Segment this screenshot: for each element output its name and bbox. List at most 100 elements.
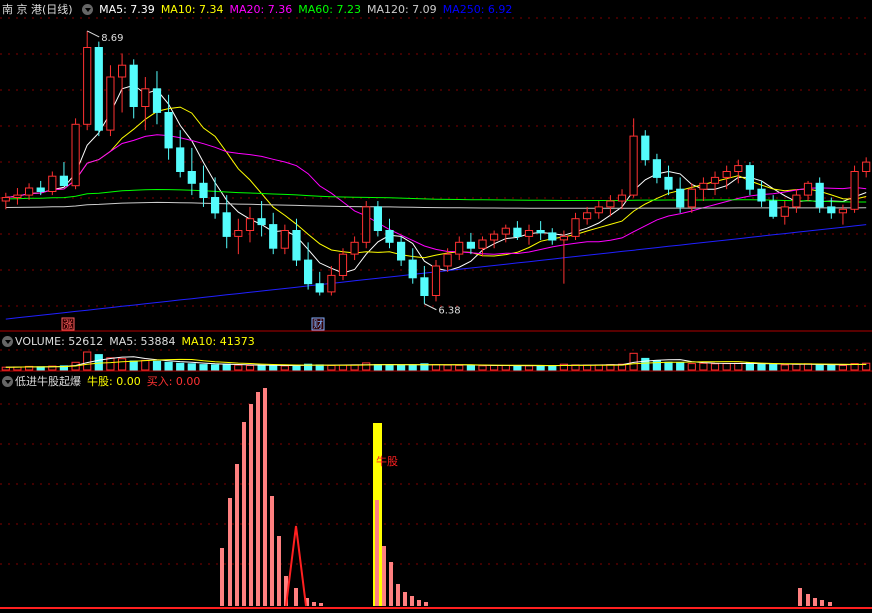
ma-label: MA250: 6.92 <box>442 3 513 16</box>
indicator-bar <box>417 600 421 606</box>
volume-bar <box>234 364 243 371</box>
volume-bar <box>129 360 138 371</box>
candle <box>594 201 603 219</box>
candle-body <box>838 208 847 214</box>
candle <box>315 271 324 296</box>
indicator-bar <box>228 498 232 606</box>
candle <box>164 94 173 160</box>
candle-body <box>466 241 475 249</box>
indicator-bar <box>396 584 400 606</box>
volume-bar <box>385 364 394 371</box>
volume-title: VOLUME: 52612 <box>15 335 104 348</box>
volume-bar <box>490 365 499 371</box>
indicator-panel-menu-icon[interactable] <box>2 376 13 387</box>
candle-body <box>211 197 220 214</box>
volume-bar <box>780 364 789 371</box>
indicator-bar <box>820 600 824 606</box>
ma-label: MA5: 7.39 <box>99 3 155 16</box>
candle <box>524 224 534 245</box>
candle-body <box>397 241 406 261</box>
volume-bar <box>199 364 208 371</box>
main-panel-menu-icon[interactable] <box>82 4 94 15</box>
volume-bar <box>676 362 685 371</box>
candle-body <box>25 187 34 196</box>
volume-bar <box>222 363 231 371</box>
candle-body <box>583 212 592 220</box>
candle-body <box>36 187 45 192</box>
candle-body <box>862 161 871 173</box>
candle-body <box>478 239 487 249</box>
ma-label: MA60: 7.23 <box>298 3 361 16</box>
indicator-bar <box>220 548 224 606</box>
candle-body <box>338 253 348 276</box>
candle <box>652 153 661 184</box>
candle <box>362 201 371 249</box>
candle <box>304 242 313 290</box>
candle <box>408 248 417 284</box>
candle-body <box>222 212 231 237</box>
volume-bar <box>176 362 185 371</box>
volume-bar <box>792 363 801 371</box>
candle <box>513 221 522 240</box>
candle <box>769 195 778 219</box>
candle-body <box>664 176 673 190</box>
candle-body <box>129 64 138 107</box>
candle <box>59 162 68 187</box>
low-marker: 6.38 <box>438 306 460 317</box>
candle <box>664 165 673 196</box>
volume-panel-header: VOLUME: 52612 MA5: 53884 MA10: 41373 <box>2 334 261 350</box>
ma-line-5 <box>5 84 867 274</box>
volume-bar <box>269 364 278 371</box>
candle-body <box>734 165 743 173</box>
volume-bar <box>443 364 452 371</box>
candle-body <box>629 135 638 196</box>
volume-bar <box>187 363 196 371</box>
indicator-bar <box>389 562 393 606</box>
candle-body <box>292 230 301 261</box>
candle-body <box>559 235 568 241</box>
volume-bar <box>664 361 673 371</box>
volume-ma5: MA5: 53884 <box>109 335 176 348</box>
candle-body <box>118 64 127 78</box>
event-tag: 财 <box>313 318 323 331</box>
candle <box>71 118 80 190</box>
candle <box>234 218 243 255</box>
candle-body <box>327 274 336 293</box>
volume-bar <box>722 363 731 371</box>
candle-body <box>641 135 650 161</box>
volume-bar <box>106 357 115 371</box>
volume-ma10: MA10: 41373 <box>181 335 255 348</box>
candle-body <box>803 182 813 196</box>
candle-body <box>571 218 580 237</box>
volume-bar <box>641 357 650 371</box>
volume-panel-menu-icon[interactable] <box>2 336 13 347</box>
volume-bar <box>152 360 162 371</box>
candle <box>466 232 475 255</box>
volume-bar <box>164 361 173 371</box>
candle-body <box>850 171 859 210</box>
candle-body <box>71 123 80 187</box>
volume-bar <box>699 362 708 371</box>
buy-label: 买入: 0.00 <box>146 375 201 388</box>
ma-line-20 <box>5 134 867 255</box>
volume-bar <box>710 363 720 371</box>
indicator-bar <box>424 602 428 606</box>
candle-body <box>13 194 22 199</box>
candle-body <box>234 230 243 237</box>
low-marker-line <box>424 303 437 311</box>
candle-body <box>455 241 464 255</box>
volume-bar <box>501 364 510 371</box>
candle-body <box>350 241 359 255</box>
ma-label: MA120: 7.09 <box>366 3 437 16</box>
candle <box>536 221 545 240</box>
candle <box>862 157 871 178</box>
candle <box>94 41 103 137</box>
candle-body <box>269 224 278 249</box>
candle-body <box>490 233 499 241</box>
candle-body <box>315 283 324 293</box>
stock-chart[interactable]: 8.69 6.38 涨 财牛股 <box>0 0 872 613</box>
candle <box>25 183 34 200</box>
candle-body <box>757 188 766 202</box>
candle-body <box>722 171 731 178</box>
volume-bar <box>211 364 220 371</box>
